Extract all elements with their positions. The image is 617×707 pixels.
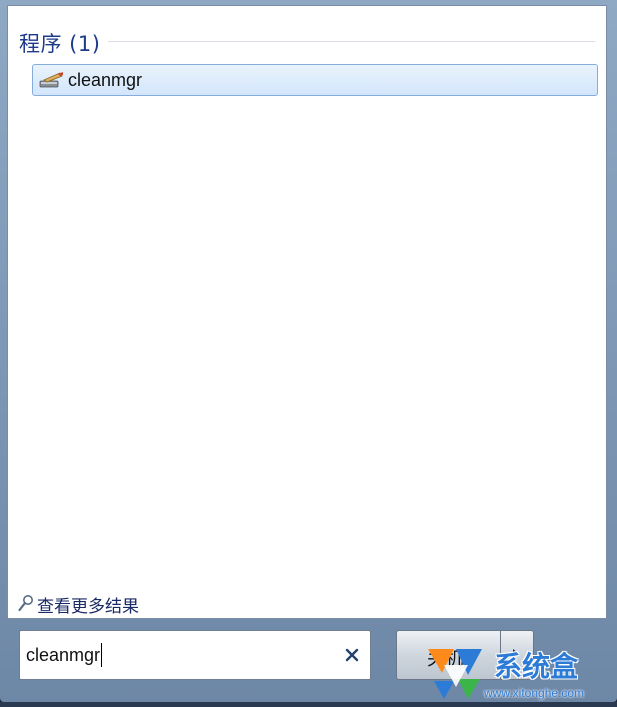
section-title-programs: 程序 (1)	[19, 32, 101, 56]
program-result-cleanmgr[interactable]: cleanmgr	[32, 64, 598, 96]
see-more-results-label: 查看更多结果	[37, 597, 139, 617]
site-watermark: 系统盒 www.xitonghe.com	[424, 641, 612, 703]
watermark-url: www.xitonghe.com	[484, 686, 585, 700]
text-caret	[101, 643, 102, 667]
clear-x-icon[interactable]	[342, 645, 362, 665]
taskbar-strip	[0, 702, 617, 707]
search-magnifier-icon	[18, 595, 33, 612]
watermark-brand: 系统盒	[494, 650, 579, 683]
search-input[interactable]: cleanmgr	[19, 630, 371, 680]
start-menu: 程序 (1) cleanmgr 查看更多结果 cleanmgr	[0, 0, 617, 702]
search-input-value: cleanmgr	[26, 645, 101, 665]
program-result-label: cleanmgr	[68, 70, 143, 90]
watermark-logo-icon	[428, 649, 482, 699]
section-divider	[108, 41, 595, 42]
cleanup-tool-icon	[39, 72, 63, 88]
search-results-panel: 程序 (1) cleanmgr 查看更多结果	[7, 5, 607, 619]
